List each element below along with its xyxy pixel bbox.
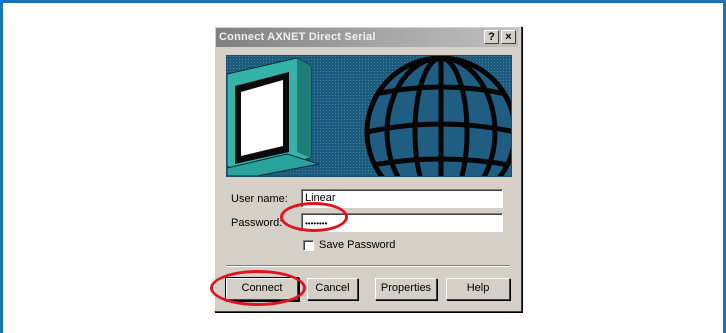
connection-banner — [226, 55, 512, 177]
title-bar[interactable]: Connect AXNET Direct Serial ? × — [216, 28, 518, 47]
password-field[interactable]: •••••••• — [301, 213, 503, 232]
username-field[interactable]: Linear — [301, 189, 503, 208]
separator — [226, 265, 510, 267]
close-button[interactable]: × — [501, 30, 516, 44]
password-label: Password: — [231, 217, 283, 229]
cancel-button[interactable]: Cancel — [307, 278, 358, 300]
save-password-checkbox[interactable] — [303, 240, 314, 251]
connect-dialog: Connect AXNET Direct Serial ? × User nam… — [214, 26, 522, 312]
help-title-button[interactable]: ? — [484, 30, 499, 44]
username-label: User name: — [231, 193, 288, 205]
computer-monitor-icon — [227, 57, 320, 176]
save-password-label[interactable]: Save Password — [319, 239, 395, 251]
properties-button[interactable]: Properties — [375, 278, 437, 300]
dialog-title: Connect AXNET Direct Serial — [219, 31, 376, 43]
help-button[interactable]: Help — [446, 278, 510, 300]
connect-button[interactable]: Connect — [226, 278, 298, 300]
